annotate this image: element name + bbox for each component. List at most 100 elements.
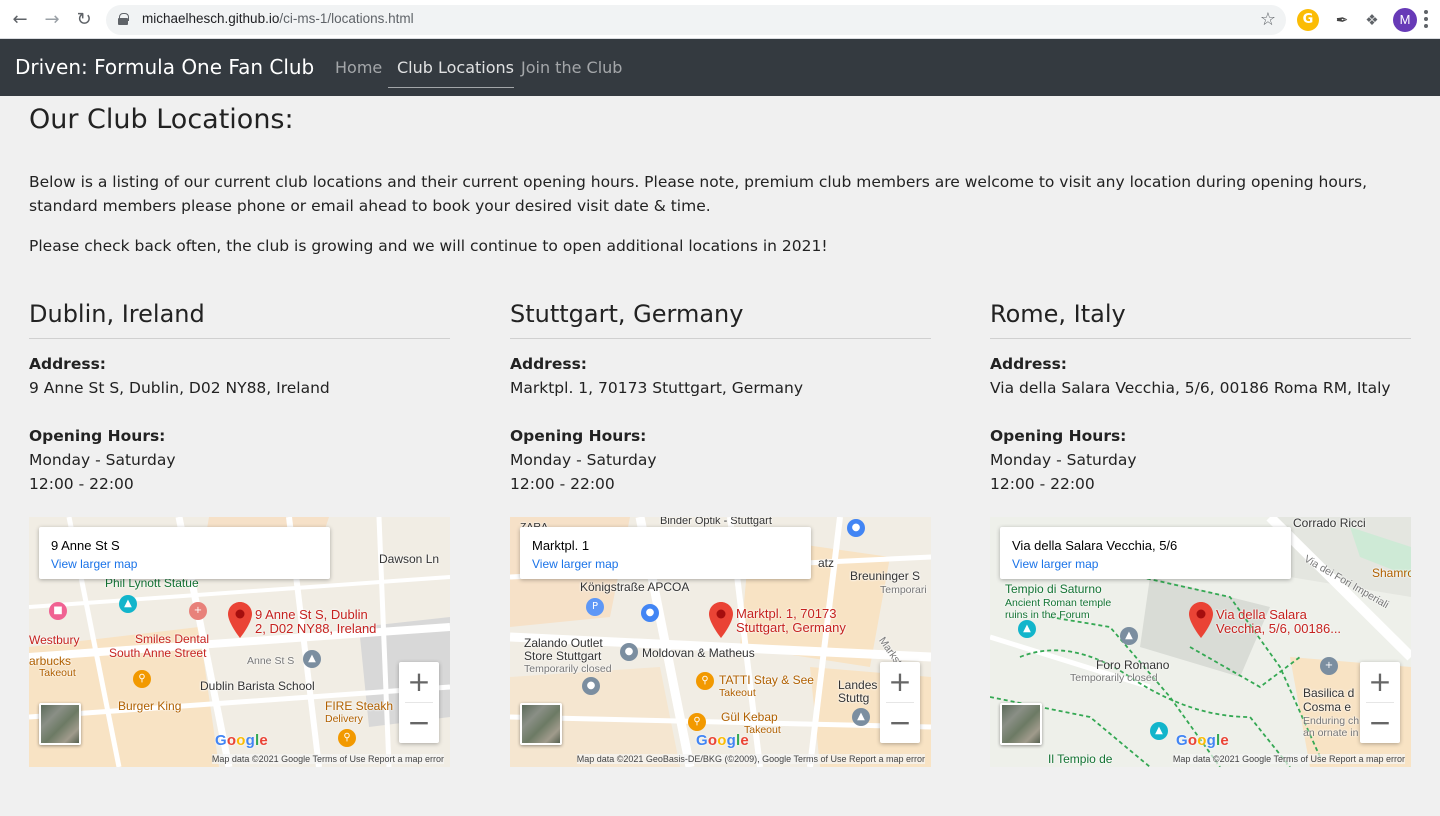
- parking-icon: P: [586, 598, 604, 616]
- location-title: Rome, Italy: [990, 300, 1411, 339]
- map-label: Gül Kebap: [721, 710, 778, 724]
- site-navbar: Driven: Formula One Fan Club Home Club L…: [0, 39, 1440, 96]
- map-pin-icon[interactable]: [1189, 602, 1213, 638]
- map-attribution: Map data ©2021 GeoBasis-DE/BKG (©2009), …: [510, 752, 931, 767]
- map-dublin[interactable]: Dawson Ln Phil Lynott Statue ▲ ■ Westbur…: [29, 517, 450, 767]
- hours-time: 12:00 - 22:00: [29, 475, 134, 493]
- forward-arrow-icon[interactable]: →: [40, 8, 64, 32]
- page-title: Our Club Locations:: [29, 104, 294, 135]
- pin-label-line-2: Stuttgart, Germany: [736, 620, 846, 635]
- map-rome[interactable]: Corrado Ricci Via dei Fori Imperiali Sha…: [990, 517, 1411, 767]
- map-label: Shamroc: [1372, 566, 1411, 580]
- browser-menu-icon[interactable]: [1424, 10, 1428, 30]
- site-brand[interactable]: Driven: Formula One Fan Club: [15, 55, 314, 79]
- map-stuttgart[interactable]: ZARA Binder Optik - Stuttgart ● atz Köni…: [510, 517, 931, 767]
- satellite-toggle[interactable]: [39, 703, 81, 745]
- nav-link-home[interactable]: Home: [335, 58, 382, 77]
- profile-avatar[interactable]: M: [1393, 8, 1417, 32]
- browser-toolbar: ← → ↻ michaelhesch.github.io/ci-ms-1/loc…: [0, 0, 1440, 39]
- map-attribution: Map data ©2021 Google Terms of Use Repor…: [29, 752, 450, 767]
- zoom-in-button[interactable]: +: [1360, 662, 1400, 702]
- landmark-icon: ▲: [119, 595, 137, 613]
- map-attribution-text[interactable]: Map data ©2021 GeoBasis-DE/BKG (©2009), …: [576, 754, 925, 764]
- map-label: Stuttg: [838, 691, 870, 705]
- church-icon: +: [1320, 657, 1338, 675]
- zoom-in-button[interactable]: +: [880, 662, 920, 702]
- zoom-out-button[interactable]: −: [1360, 703, 1400, 743]
- zoom-in-button[interactable]: +: [399, 662, 439, 702]
- map-card-title: 9 Anne St S: [51, 538, 120, 553]
- map-label: Cosma e: [1303, 700, 1352, 714]
- pin-label-line-2: 2, D02 NY88, Ireland: [255, 621, 377, 636]
- map-label: Anne St S: [247, 655, 295, 667]
- zoom-controls: + −: [399, 662, 439, 743]
- map-pin-icon[interactable]: [709, 602, 733, 638]
- map-attribution-text[interactable]: Map data ©2021 Google Terms of Use Repor…: [1172, 754, 1405, 764]
- map-label: FIRE Steakh: [325, 699, 394, 713]
- map-label: Burger King: [118, 699, 182, 713]
- address-text: Via della Salara Vecchia, 5/6, 00186 Rom…: [990, 379, 1391, 397]
- view-larger-map-link[interactable]: View larger map: [532, 557, 618, 571]
- pen-extension-icon[interactable]: ✒: [1331, 9, 1353, 31]
- zoom-controls: + −: [1360, 662, 1400, 743]
- place-icon: ●: [620, 643, 638, 661]
- map-label: Tempio di Saturno: [1005, 582, 1102, 596]
- shopping-icon: ●: [847, 519, 865, 537]
- map-label: Takeout: [39, 667, 76, 679]
- hours-days: Monday - Saturday: [990, 451, 1137, 469]
- grammarly-extension-icon[interactable]: G: [1297, 9, 1319, 31]
- map-label: Dublin Barista School: [200, 679, 315, 693]
- address-text: 9 Anne St S, Dublin, D02 NY88, Ireland: [29, 379, 330, 397]
- url-text[interactable]: michaelhesch.github.io/ci-ms-1/locations…: [142, 11, 414, 26]
- google-logo: Google: [696, 732, 749, 749]
- location-dublin: Dublin, Ireland Address: 9 Anne St S, Du…: [29, 300, 450, 496]
- zoom-out-button[interactable]: −: [880, 703, 920, 743]
- map-info-card: Marktpl. 1 View larger map: [520, 527, 811, 579]
- url-domain: michaelhesch.github.io: [142, 11, 280, 26]
- reload-icon[interactable]: ↻: [72, 8, 96, 32]
- map-label: South Anne Street: [109, 646, 207, 660]
- extensions-puzzle-icon[interactable]: ❖: [1361, 9, 1383, 31]
- pin-label-line-1: Via della Salara: [1216, 607, 1307, 622]
- map-label: Store Stuttgart: [524, 649, 602, 663]
- pin-label-line-2: Vecchia, 5/6, 00186...: [1216, 621, 1342, 636]
- map-label: Breuninger S: [850, 569, 921, 583]
- map-label: ruins in the Forum: [1005, 609, 1090, 621]
- address-bar[interactable]: michaelhesch.github.io/ci-ms-1/locations…: [106, 5, 1286, 35]
- landmark-icon: ▲: [1018, 620, 1036, 638]
- map-label: an ornate in: [1303, 727, 1359, 739]
- map-label: Basilica d: [1303, 686, 1355, 700]
- nav-link-join[interactable]: Join the Club: [521, 58, 622, 77]
- google-logo: Google: [1176, 732, 1229, 749]
- map-label: atz: [818, 556, 835, 570]
- map-label: Temporari: [880, 584, 927, 596]
- satellite-toggle[interactable]: [1000, 703, 1042, 745]
- zoom-controls: + −: [880, 662, 920, 743]
- hours-label: Opening Hours:: [990, 427, 1127, 445]
- restaurant-icon: ⚲: [688, 713, 706, 731]
- hours-time: 12:00 - 22:00: [510, 475, 615, 493]
- map-label: Dawson Ln: [379, 552, 440, 566]
- map-pin-icon[interactable]: [228, 602, 252, 638]
- location-title: Stuttgart, Germany: [510, 300, 931, 339]
- location-stuttgart: Stuttgart, Germany Address: Marktpl. 1, …: [510, 300, 931, 496]
- museum-icon: ▲: [852, 708, 870, 726]
- map-info-card: Via della Salara Vecchia, 5/6 View large…: [1000, 527, 1291, 579]
- nav-link-club-locations[interactable]: Club Locations: [397, 58, 514, 77]
- view-larger-map-link[interactable]: View larger map: [1012, 557, 1098, 571]
- view-larger-map-link[interactable]: View larger map: [51, 557, 137, 571]
- restaurant-icon: ⚲: [133, 670, 151, 688]
- bookmark-star-icon[interactable]: ☆: [1260, 9, 1276, 30]
- map-card-title: Via della Salara Vecchia, 5/6: [1012, 538, 1178, 553]
- zoom-out-button[interactable]: −: [399, 703, 439, 743]
- map-label: Corrado Ricci: [1293, 517, 1366, 530]
- map-label: Takeout: [719, 687, 756, 699]
- map-attribution-text[interactable]: Map data ©2021 Google Terms of Use Repor…: [211, 754, 444, 764]
- back-arrow-icon[interactable]: ←: [8, 8, 32, 32]
- map-label: Moldovan & Matheus: [642, 646, 755, 660]
- map-label: TATTI Stay & See: [719, 673, 814, 687]
- map-label: Temporarily closed: [524, 663, 612, 675]
- map-label: Takeout: [744, 724, 781, 736]
- satellite-toggle[interactable]: [520, 703, 562, 745]
- address-text: Marktpl. 1, 70173 Stuttgart, Germany: [510, 379, 804, 397]
